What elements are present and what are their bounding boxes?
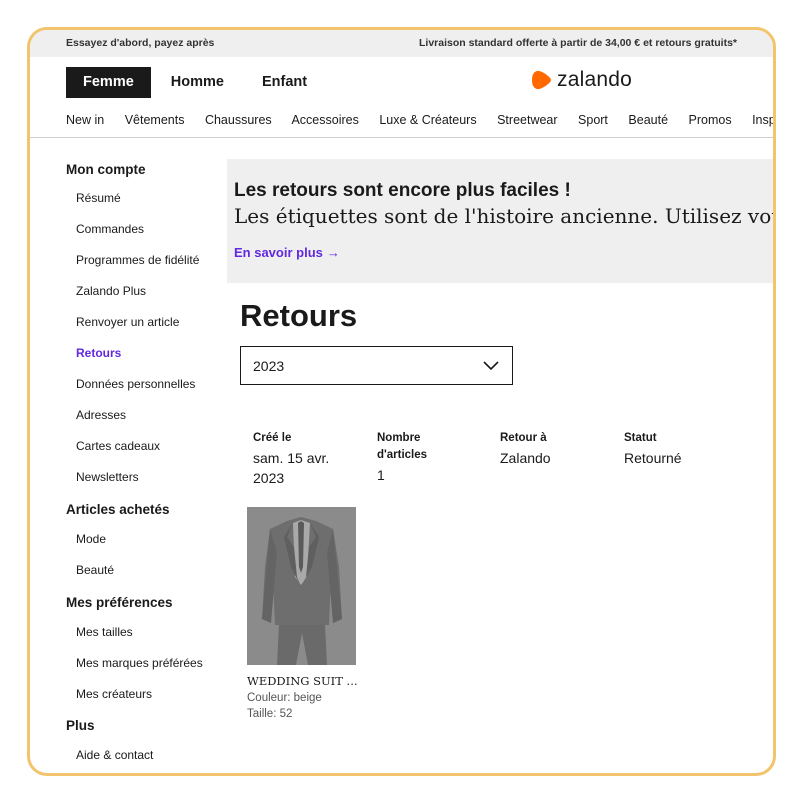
status-header: Statut [624, 432, 657, 444]
category-nav: New in Vêtements Chaussures Accessoires … [66, 113, 773, 127]
sidebar-heading-plus: Plus [66, 718, 95, 733]
nav-vetements[interactable]: Vêtements [125, 113, 185, 127]
return-col-created: Créé le sam. 15 avr. 2023 [253, 430, 363, 488]
product-name[interactable]: WEDDING SUIT ... [247, 674, 358, 688]
count-value: 1 [377, 467, 385, 483]
learn-more-link[interactable]: En savoir plus → [234, 245, 340, 260]
sidebar-heading-articles-achetes: Articles achetés [66, 502, 170, 517]
sidebar-item-mode[interactable]: Mode [76, 532, 106, 546]
page: Essayez d'abord, payez après Livraison s… [30, 30, 773, 773]
nav-new-in[interactable]: New in [66, 113, 104, 127]
sidebar-item-aide-contact[interactable]: Aide & contact [76, 748, 153, 762]
sidebar-item-beaute[interactable]: Beauté [76, 563, 114, 577]
created-value: sam. 15 avr. 2023 [253, 450, 330, 486]
product-size: Taille: 52 [247, 708, 293, 720]
return-col-count: Nombre d'articles 1 [377, 430, 467, 485]
returned-product[interactable]: WEDDING SUIT ... Couleur: beige Taille: … [247, 507, 358, 720]
nav-streetwear[interactable]: Streetwear [497, 113, 557, 127]
screenshot-frame: Essayez d'abord, payez après Livraison s… [27, 27, 776, 776]
sidebar-item-resume[interactable]: Résumé [76, 191, 121, 205]
page-title: Retours [240, 298, 358, 333]
promo-right-text[interactable]: Livraison standard offerte à partir de 3… [419, 37, 737, 49]
learn-more-label: En savoir plus [234, 245, 323, 260]
zalando-logo-icon [532, 70, 551, 90]
return-col-status: Statut Retourné [624, 430, 734, 468]
sidebar-item-mes-tailles[interactable]: Mes tailles [76, 625, 133, 639]
sidebar-item-renvoyer-article[interactable]: Renvoyer un article [76, 315, 179, 329]
sidebar-heading-mon-compte: Mon compte [66, 162, 146, 177]
zalando-logo[interactable]: zalando [531, 68, 632, 92]
product-color: Couleur: beige [247, 692, 322, 704]
tab-homme[interactable]: Homme [153, 67, 242, 98]
nav-inspiration[interactable]: Inspirat [752, 113, 773, 127]
sidebar-item-programmes-fidelite[interactable]: Programmes de fidélité [76, 253, 199, 267]
product-image[interactable] [247, 507, 356, 665]
promo-left-text[interactable]: Essayez d'abord, payez après [66, 37, 214, 49]
sidebar-item-retours[interactable]: Retours [76, 346, 121, 360]
banner-title: Les retours sont encore plus faciles ! [234, 180, 571, 201]
nav-promos[interactable]: Promos [689, 113, 732, 127]
sidebar-item-commandes[interactable]: Commandes [76, 222, 144, 236]
return-to-value: Zalando [500, 450, 551, 466]
sidebar-heading-mes-preferences: Mes préférences [66, 595, 173, 610]
tab-enfant[interactable]: Enfant [244, 67, 325, 98]
brand-name: zalando [557, 68, 632, 91]
count-header: Nombre d'articles [377, 432, 428, 461]
return-to-header: Retour à [500, 432, 547, 444]
sidebar-item-mes-marques[interactable]: Mes marques préférées [76, 656, 203, 670]
sidebar-item-mes-createurs[interactable]: Mes créateurs [76, 687, 152, 701]
returns-banner: Les retours sont encore plus faciles ! L… [227, 159, 773, 283]
sidebar-item-zalando-plus[interactable]: Zalando Plus [76, 284, 146, 298]
nav-luxe-createurs[interactable]: Luxe & Créateurs [379, 113, 476, 127]
year-select[interactable]: 2023 [240, 346, 513, 385]
suit-image [247, 507, 356, 665]
promo-bar: Essayez d'abord, payez après Livraison s… [30, 30, 773, 57]
nav-beaute[interactable]: Beauté [628, 113, 668, 127]
banner-subtitle: Les étiquettes sont de l'histoire ancien… [234, 204, 773, 228]
gender-tabs: Femme Homme Enfant [66, 67, 327, 98]
year-select-value: 2023 [253, 358, 285, 374]
sidebar-item-donnees-personnelles[interactable]: Données personnelles [76, 377, 195, 391]
nav-divider [30, 137, 773, 138]
nav-sport[interactable]: Sport [578, 113, 608, 127]
created-header: Créé le [253, 432, 292, 444]
nav-chaussures[interactable]: Chaussures [205, 113, 272, 127]
sidebar-item-newsletters[interactable]: Newsletters [76, 470, 139, 484]
tab-femme[interactable]: Femme [66, 67, 151, 98]
chevron-down-icon [483, 361, 499, 371]
return-col-return-to: Retour à Zalando [500, 430, 610, 468]
status-value: Retourné [624, 450, 682, 466]
nav-accessoires[interactable]: Accessoires [291, 113, 358, 127]
sidebar-item-adresses[interactable]: Adresses [76, 408, 126, 422]
sidebar-item-cartes-cadeaux[interactable]: Cartes cadeaux [76, 439, 160, 453]
arrow-right-icon: → [326, 245, 340, 260]
